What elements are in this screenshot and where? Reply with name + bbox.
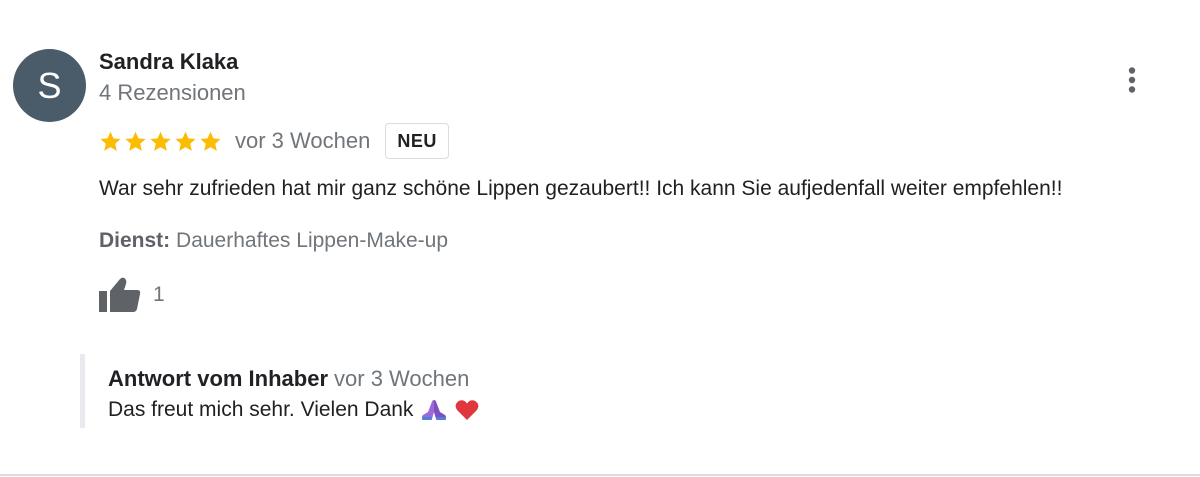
star-rating bbox=[99, 130, 222, 153]
like-count: 1 bbox=[153, 283, 165, 306]
reply-text: Das freut mich sehr. Vielen Dank bbox=[108, 398, 414, 421]
thumbs-up-icon bbox=[99, 277, 141, 312]
owner-reply: Antwort vom Inhaber vor 3 Wochen Das freu… bbox=[80, 354, 780, 428]
service-value: Dauerhaftes Lippen-Make-up bbox=[176, 229, 449, 252]
divider bbox=[0, 474, 1200, 476]
star-icon bbox=[200, 131, 221, 151]
more-vert-icon bbox=[1128, 67, 1136, 93]
folded-hands-emoji bbox=[422, 400, 447, 420]
review-text: War sehr zufrieden hat mir ganz schöne L… bbox=[99, 177, 1063, 200]
new-badge: NEU bbox=[385, 123, 449, 159]
review-card: S Sandra Klaka 4 Rezensionen vor 3 Woche… bbox=[0, 0, 1200, 477]
service-label: Dienst: bbox=[99, 229, 171, 252]
more-options-button[interactable] bbox=[1112, 60, 1152, 100]
avatar[interactable]: S bbox=[13, 49, 86, 122]
reply-time: vor 3 Wochen bbox=[334, 366, 470, 391]
review-time: vor 3 Wochen bbox=[235, 128, 371, 153]
reply-header: Antwort vom Inhaber vor 3 Wochen bbox=[108, 366, 780, 392]
author-name[interactable]: Sandra Klaka bbox=[99, 49, 238, 75]
star-icon bbox=[125, 131, 146, 151]
star-icon bbox=[150, 131, 171, 151]
author-review-count[interactable]: 4 Rezensionen bbox=[99, 80, 246, 106]
service-line: Dienst: Dauerhaftes Lippen-Make-up bbox=[99, 229, 448, 253]
like-button[interactable]: 1 bbox=[99, 276, 165, 314]
star-icon bbox=[175, 131, 196, 151]
reply-title: Antwort vom Inhaber bbox=[108, 366, 329, 391]
red-heart-emoji bbox=[456, 400, 479, 420]
rating-row: vor 3 Wochen NEU bbox=[99, 122, 449, 160]
reply-text-line: Das freut mich sehr. Vielen Dank bbox=[108, 398, 780, 422]
star-icon bbox=[100, 131, 121, 151]
